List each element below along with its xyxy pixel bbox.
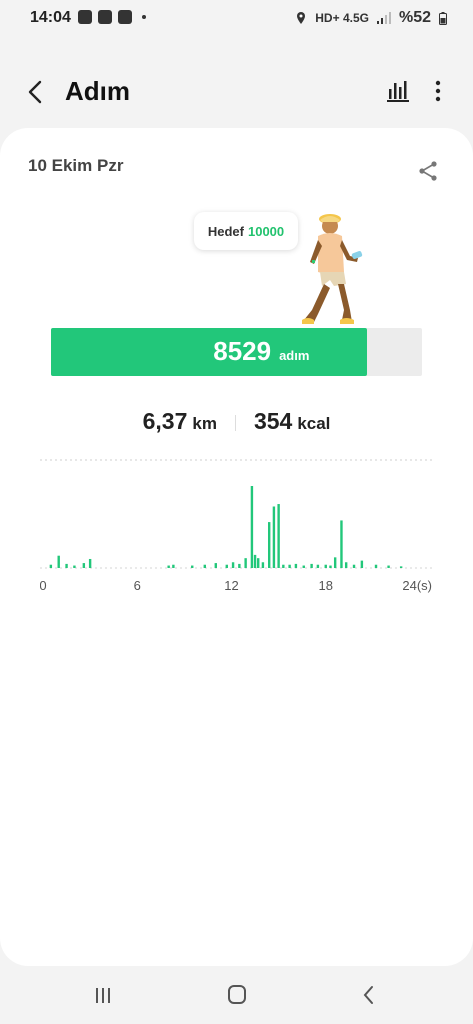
- x-tick-label: 24(s): [402, 578, 432, 593]
- back-icon[interactable]: [22, 78, 50, 106]
- distance-stat: 6,37 km: [143, 408, 217, 435]
- chart-bar: [231, 562, 235, 568]
- calories-unit: kcal: [297, 414, 331, 433]
- chart-bar: [82, 563, 86, 568]
- progress-fill: 8529 adım: [51, 328, 368, 376]
- steps-card: 10 Ekim Pzr Hedef 10000 8529 adım 6,37 km…: [0, 128, 473, 966]
- page-title: Adım: [65, 76, 130, 106]
- recent-apps-icon[interactable]: [88, 982, 118, 1008]
- chart-bar: [253, 554, 257, 568]
- chart-bar: [203, 564, 206, 568]
- chart-bar: [329, 565, 332, 568]
- distance-value: 6,37: [142, 408, 188, 434]
- walker-illustration: [302, 214, 363, 324]
- more-options-icon[interactable]: [431, 78, 445, 104]
- location-icon: [297, 12, 306, 24]
- system-nav-bar: [0, 966, 473, 1024]
- chart-bar: [324, 564, 327, 568]
- chart-icon[interactable]: [385, 78, 411, 104]
- goal-label: Hedef: [207, 223, 244, 239]
- chart-bar: [88, 558, 92, 568]
- chart-bar: [344, 562, 348, 568]
- chart-bar: [282, 564, 285, 568]
- status-bar: 14:04 HD+ 4.5G %52: [0, 0, 473, 36]
- chart-bar: [238, 563, 241, 568]
- chart-bar: [288, 564, 291, 568]
- chart-bar: [214, 563, 217, 568]
- steps-unit: adım: [279, 348, 310, 363]
- chart-bar: [167, 565, 170, 568]
- goal-bubble: Hedef 10000: [194, 212, 298, 250]
- chart-bar: [172, 564, 175, 568]
- x-tick-label: 12: [224, 578, 238, 593]
- status-time: 14:04: [30, 9, 71, 26]
- progress-track: 8529 adım: [51, 328, 422, 376]
- twitter-icon: [118, 10, 132, 24]
- chart-bar: [73, 565, 76, 568]
- date-label: 10 Ekim Pzr: [28, 156, 124, 175]
- chart-bar: [310, 563, 313, 568]
- anchor-icon: [98, 10, 112, 24]
- calories-value: 354: [253, 408, 293, 434]
- chart-bar: [399, 566, 403, 568]
- chart-bar: [191, 565, 194, 568]
- x-tick-label: 6: [134, 578, 141, 593]
- chart-bar: [374, 564, 378, 568]
- chart-bar: [387, 565, 390, 568]
- hourly-steps-chart: 0 6 12 18 24(s): [40, 459, 432, 593]
- chart-bar: [225, 564, 228, 568]
- battery-label: %52: [398, 9, 431, 26]
- x-tick-label: 0: [40, 578, 47, 593]
- notification-icons: [78, 10, 146, 24]
- skype-icon: [78, 10, 92, 24]
- chart-bar: [250, 486, 254, 568]
- steps-count: 8529 adım: [213, 336, 309, 367]
- chart-bar: [272, 506, 276, 568]
- share-icon[interactable]: [417, 160, 439, 182]
- steps-number: 8529: [213, 336, 272, 366]
- chart-bar: [294, 563, 298, 568]
- chart-bar: [257, 558, 260, 568]
- chart-bar: [333, 557, 337, 568]
- chart-bar: [57, 555, 60, 568]
- chart-bar: [360, 560, 364, 568]
- chart-bar: [340, 520, 343, 568]
- distance-unit: km: [192, 414, 217, 433]
- x-tick-label: 18: [319, 578, 333, 593]
- goal-value: 10000: [247, 223, 285, 239]
- stats-row: 6,37 km 354 kcal: [0, 408, 473, 438]
- chart-bar: [352, 564, 356, 568]
- back-nav-icon[interactable]: [354, 982, 384, 1008]
- status-right: HD+ 4.5G %52: [295, 9, 447, 27]
- chart-bar: [277, 504, 280, 568]
- chart-bar: [302, 565, 305, 568]
- calories-stat: 354 kcal: [254, 408, 330, 435]
- more-notifications-dot: [142, 15, 146, 19]
- network-label: HD+ 4.5G: [315, 11, 369, 25]
- chart-bar: [244, 558, 247, 568]
- home-icon[interactable]: [222, 982, 252, 1008]
- signal-icon: [376, 12, 391, 24]
- chart-bar: [316, 564, 320, 568]
- app-header: Adım: [0, 60, 473, 124]
- chart-bar: [65, 563, 68, 568]
- chart-bar: [49, 564, 53, 568]
- battery-icon: [439, 11, 447, 25]
- chart-bar: [268, 522, 271, 568]
- chart-bar: [261, 562, 265, 568]
- stat-divider: [234, 415, 236, 431]
